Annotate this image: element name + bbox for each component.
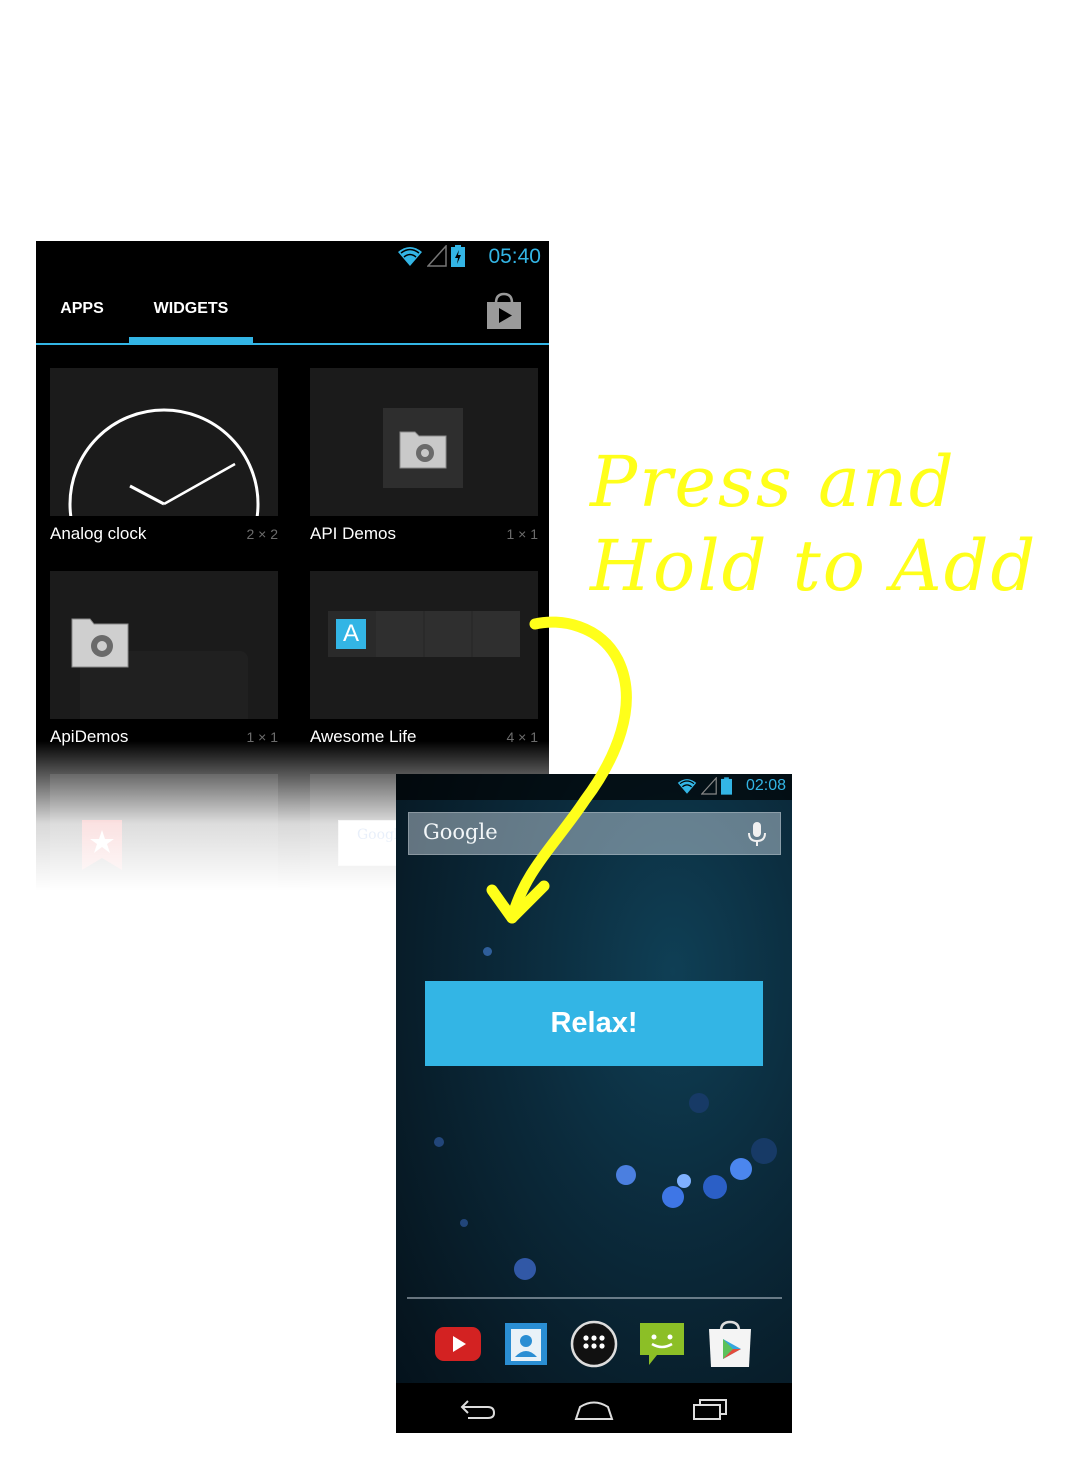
recents-icon[interactable] bbox=[690, 1395, 730, 1421]
status-time: 05:40 bbox=[488, 245, 541, 268]
relax-widget-button[interactable]: Relax! bbox=[425, 981, 763, 1066]
status-bar: 05:40 bbox=[36, 241, 549, 275]
wallpaper-bokeh bbox=[689, 1093, 709, 1113]
wallpaper-bokeh bbox=[703, 1175, 727, 1199]
play-store-bag-icon[interactable] bbox=[484, 291, 524, 331]
dock-divider bbox=[407, 1297, 782, 1299]
wallpaper-bokeh bbox=[434, 1137, 444, 1147]
google-logo: Google bbox=[423, 820, 498, 844]
play-store-icon[interactable] bbox=[705, 1319, 755, 1369]
wallpaper-bokeh bbox=[662, 1186, 684, 1208]
wallpaper-bokeh bbox=[751, 1138, 777, 1164]
back-icon[interactable] bbox=[458, 1395, 498, 1421]
instruction-caption: Press and Hold to Add bbox=[590, 440, 1070, 608]
contacts-icon[interactable] bbox=[501, 1319, 551, 1369]
wallpaper-bokeh bbox=[730, 1158, 752, 1180]
navigation-bar bbox=[396, 1383, 792, 1433]
tab-apps[interactable]: APPS bbox=[36, 275, 128, 343]
battery-charging-icon bbox=[451, 245, 465, 267]
widget-size: 4 × 1 bbox=[506, 729, 538, 745]
wallpaper-bokeh bbox=[483, 947, 492, 956]
status-bar: 02:08 bbox=[396, 774, 792, 800]
wallpaper-bokeh bbox=[616, 1165, 636, 1185]
widget-size: 2 × 2 bbox=[246, 526, 278, 542]
wifi-icon bbox=[398, 247, 422, 266]
status-time: 02:08 bbox=[745, 777, 786, 794]
wallpaper-bokeh bbox=[514, 1258, 536, 1280]
widget-size: 1 × 1 bbox=[246, 729, 278, 745]
microphone-icon[interactable] bbox=[746, 821, 768, 847]
widget-name: API Demos bbox=[310, 524, 396, 543]
widget-item-bookmarks[interactable] bbox=[50, 774, 278, 891]
settings-folder-icon bbox=[71, 618, 129, 668]
wallpaper-bokeh bbox=[677, 1174, 691, 1188]
home-icon[interactable] bbox=[574, 1395, 614, 1421]
battery-icon bbox=[721, 777, 732, 795]
tab-widgets[interactable]: WIDGETS bbox=[129, 275, 253, 343]
caption-line: Hold to Add bbox=[590, 525, 1038, 607]
all-apps-icon[interactable] bbox=[569, 1319, 619, 1369]
signal-icon bbox=[427, 245, 447, 267]
google-search-bar[interactable]: Google bbox=[408, 812, 781, 855]
letter-a-tile-icon: A bbox=[336, 619, 366, 649]
tab-bar: APPS WIDGETS bbox=[36, 275, 549, 345]
wallpaper-bokeh bbox=[460, 1219, 468, 1227]
widget-item-awesome-life[interactable]: A Awesome Life 4 × 1 bbox=[310, 571, 538, 761]
analog-clock-icon bbox=[68, 408, 260, 516]
widget-name: ApiDemos bbox=[50, 727, 129, 746]
bookmark-star-icon bbox=[82, 820, 122, 870]
wifi-icon bbox=[677, 779, 697, 794]
widget-item-apidemos[interactable]: ApiDemos 1 × 1 bbox=[50, 571, 278, 761]
youtube-icon[interactable] bbox=[433, 1319, 483, 1369]
widget-item-api-demos[interactable]: API Demos 1 × 1 bbox=[310, 368, 538, 558]
signal-icon bbox=[701, 777, 717, 795]
widget-item-analog-clock[interactable]: Analog clock 2 × 2 bbox=[50, 368, 278, 558]
widget-size: 1 × 1 bbox=[506, 526, 538, 542]
messaging-icon[interactable] bbox=[637, 1319, 687, 1369]
caption-line: Press and bbox=[590, 441, 956, 523]
home-screen: 02:08 Google Relax! bbox=[396, 774, 792, 1433]
widget-name: Awesome Life bbox=[310, 727, 417, 746]
settings-folder-icon bbox=[399, 431, 447, 469]
widget-name: Analog clock bbox=[50, 524, 147, 543]
